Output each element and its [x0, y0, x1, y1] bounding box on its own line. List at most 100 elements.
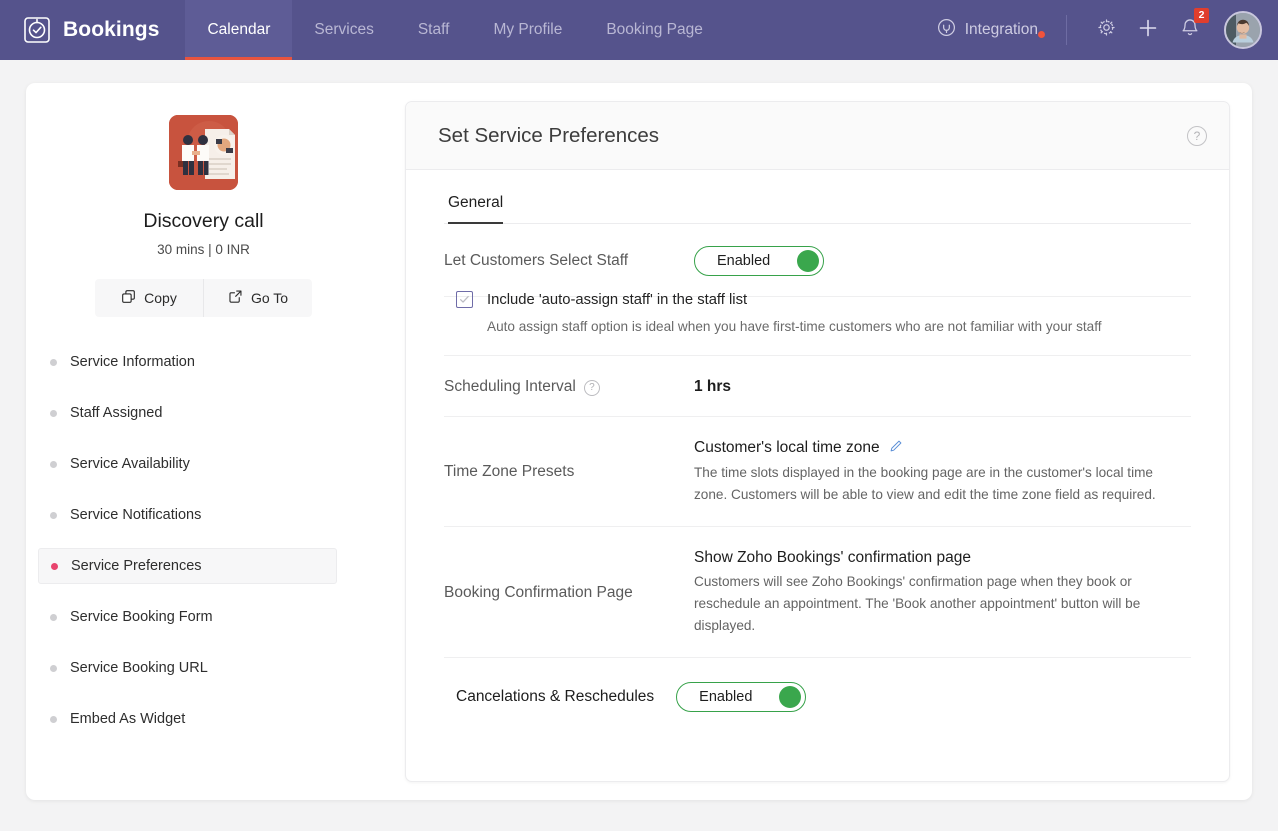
row-label: Time Zone Presets: [444, 463, 575, 481]
question-circle-icon[interactable]: ?: [583, 379, 600, 396]
row-label-wrap: Scheduling Interval ?: [444, 378, 694, 396]
nav-tab-label: Staff: [417, 21, 450, 38]
row-value: Enabled: [694, 246, 1191, 276]
avatar[interactable]: [1224, 11, 1262, 49]
auto-assign-block: Include 'auto-assign staff' in the staff…: [444, 287, 1191, 356]
booking-confirmation-value: Show Zoho Bookings' confirmation page: [694, 548, 971, 566]
select-staff-toggle[interactable]: Enabled: [694, 246, 824, 276]
brand-name: Bookings: [63, 18, 160, 41]
sidebar-item-label: Service Booking Form: [70, 609, 213, 625]
sidebar-item-service-booking-url[interactable]: Service Booking URL: [38, 650, 337, 686]
copy-label: Copy: [144, 290, 177, 306]
sidebar-item-service-notifications[interactable]: Service Notifications: [38, 497, 337, 533]
notifications-badge: 2: [1194, 8, 1209, 23]
service-name: Discovery call: [143, 210, 264, 232]
row-value: 1 hrs: [694, 378, 1191, 396]
row-label: Cancelations & Reschedules: [456, 687, 655, 705]
nav-tab-label: My Profile: [493, 21, 563, 38]
brand[interactable]: Bookings: [0, 0, 185, 60]
gear-icon: [1096, 17, 1117, 43]
service-actions: Copy Go To: [95, 279, 312, 317]
tab-general[interactable]: General: [448, 194, 504, 224]
nav-divider: [1066, 15, 1067, 45]
nav-tab-services[interactable]: Services: [292, 0, 395, 60]
copy-icon: [121, 289, 136, 307]
row-cancelations-reschedules: Cancelations & Reschedules Enabled: [444, 658, 1191, 712]
nav-tab-label: Calendar: [207, 21, 271, 38]
settings-button[interactable]: [1085, 0, 1127, 60]
handshake-illustration: [169, 115, 238, 190]
panel-body: General Let Customers Select Staff Enabl…: [406, 170, 1229, 781]
page-title: Set Service Preferences: [438, 123, 660, 147]
sidebar-item-staff-assigned[interactable]: Staff Assigned: [38, 395, 337, 431]
plug-icon: [937, 18, 956, 42]
new-indicator-dot: [1038, 31, 1045, 38]
row-value: Show Zoho Bookings' confirmation page Cu…: [694, 549, 1191, 637]
row-scheduling-interval: Scheduling Interval ? 1 hrs: [444, 356, 1191, 417]
time-zone-value: Customer's local time zone: [694, 439, 880, 457]
service-nav-list: Service Information Staff Assigned Servi…: [26, 344, 381, 737]
row-time-zone-presets: Time Zone Presets Customer's local time …: [444, 417, 1191, 527]
sidebar-item-service-availability[interactable]: Service Availability: [38, 446, 337, 482]
notifications-button[interactable]: 2: [1169, 0, 1211, 60]
nav-tab-calendar[interactable]: Calendar: [185, 0, 293, 60]
sidebar-item-label: Service Information: [70, 354, 195, 370]
auto-assign-checkline: Include 'auto-assign staff' in the staff…: [456, 287, 1191, 308]
nav-tab-label: Services: [314, 21, 374, 38]
go-to-label: Go To: [250, 290, 289, 306]
scheduling-interval-value[interactable]: 1 hrs: [694, 378, 1191, 396]
nav-right-section: Integration 2: [927, 0, 1278, 60]
bullet-icon: [50, 715, 57, 723]
toggle-state-label: Enabled: [699, 688, 753, 705]
tab-label: General: [448, 194, 504, 211]
page-card: Discovery call 30 mins | 0 INR Copy Go T…: [26, 83, 1252, 800]
time-zone-value-row: Customer's local time zone: [694, 439, 1191, 458]
nav-tab-label: Booking Page: [606, 21, 703, 38]
sidebar-item-embed-as-widget[interactable]: Embed As Widget: [38, 701, 337, 737]
integration-label: Integration: [964, 21, 1038, 38]
pencil-icon[interactable]: [889, 439, 903, 458]
row-booking-confirmation-page: Booking Confirmation Page Show Zoho Book…: [444, 527, 1191, 658]
nav-tab-booking-page[interactable]: Booking Page: [584, 0, 725, 60]
sidebar-item-label: Service Availability: [70, 456, 190, 472]
bullet-icon: [50, 358, 57, 366]
sidebar-item-label: Embed As Widget: [70, 711, 186, 727]
sidebar-item-label: Service Preferences: [71, 558, 202, 574]
bullet-icon: [50, 613, 57, 621]
bullet-icon: [50, 511, 57, 519]
sidebar-item-service-booking-form[interactable]: Service Booking Form: [38, 599, 337, 635]
sidebar-item-label: Staff Assigned: [70, 405, 163, 421]
main-content: Set Service Preferences ? General Let Cu…: [381, 83, 1252, 800]
service-meta: 30 mins | 0 INR: [157, 242, 250, 257]
nav-tab-my-profile[interactable]: My Profile: [471, 0, 584, 60]
sidebar-item-label: Service Booking URL: [70, 660, 208, 676]
bullet-icon: [51, 562, 58, 570]
clock-check-icon: [22, 15, 52, 45]
go-to-button[interactable]: Go To: [203, 279, 312, 317]
plus-icon: [1136, 16, 1160, 45]
toggle-knob: [797, 250, 819, 272]
auto-assign-checkbox[interactable]: [456, 291, 473, 308]
sidebar-item-service-preferences[interactable]: Service Preferences: [38, 548, 337, 584]
nav-tabs: Calendar Services Staff My Profile Booki…: [185, 0, 724, 60]
service-thumbnail-wrap: [26, 115, 381, 190]
add-button[interactable]: [1127, 0, 1169, 60]
sidebar-item-service-information[interactable]: Service Information: [38, 344, 337, 380]
preferences-panel: Set Service Preferences ? General Let Cu…: [405, 101, 1230, 782]
question-circle-icon[interactable]: ?: [1187, 125, 1207, 146]
row-value: Customer's local time zone The time slot…: [694, 439, 1191, 506]
row-label: Scheduling Interval: [444, 377, 576, 395]
time-zone-description: The time slots displayed in the booking …: [694, 464, 1156, 502]
toggle-state-label: Enabled: [717, 253, 771, 269]
copy-button[interactable]: Copy: [95, 279, 203, 317]
integration-button[interactable]: Integration: [927, 18, 1048, 42]
top-navigation-bar: Bookings Calendar Services Staff My Prof…: [0, 0, 1278, 60]
row-label: Booking Confirmation Page: [444, 583, 633, 601]
nav-tab-staff[interactable]: Staff: [396, 0, 472, 60]
booking-confirmation-description: Customers will see Zoho Bookings' confir…: [694, 573, 1141, 633]
bullet-icon: [50, 664, 57, 672]
bullet-icon: [50, 460, 57, 468]
bullet-icon: [50, 409, 57, 417]
auto-assign-checkbox-label: Include 'auto-assign staff' in the staff…: [487, 291, 748, 308]
cancelations-toggle[interactable]: Enabled: [676, 681, 807, 712]
